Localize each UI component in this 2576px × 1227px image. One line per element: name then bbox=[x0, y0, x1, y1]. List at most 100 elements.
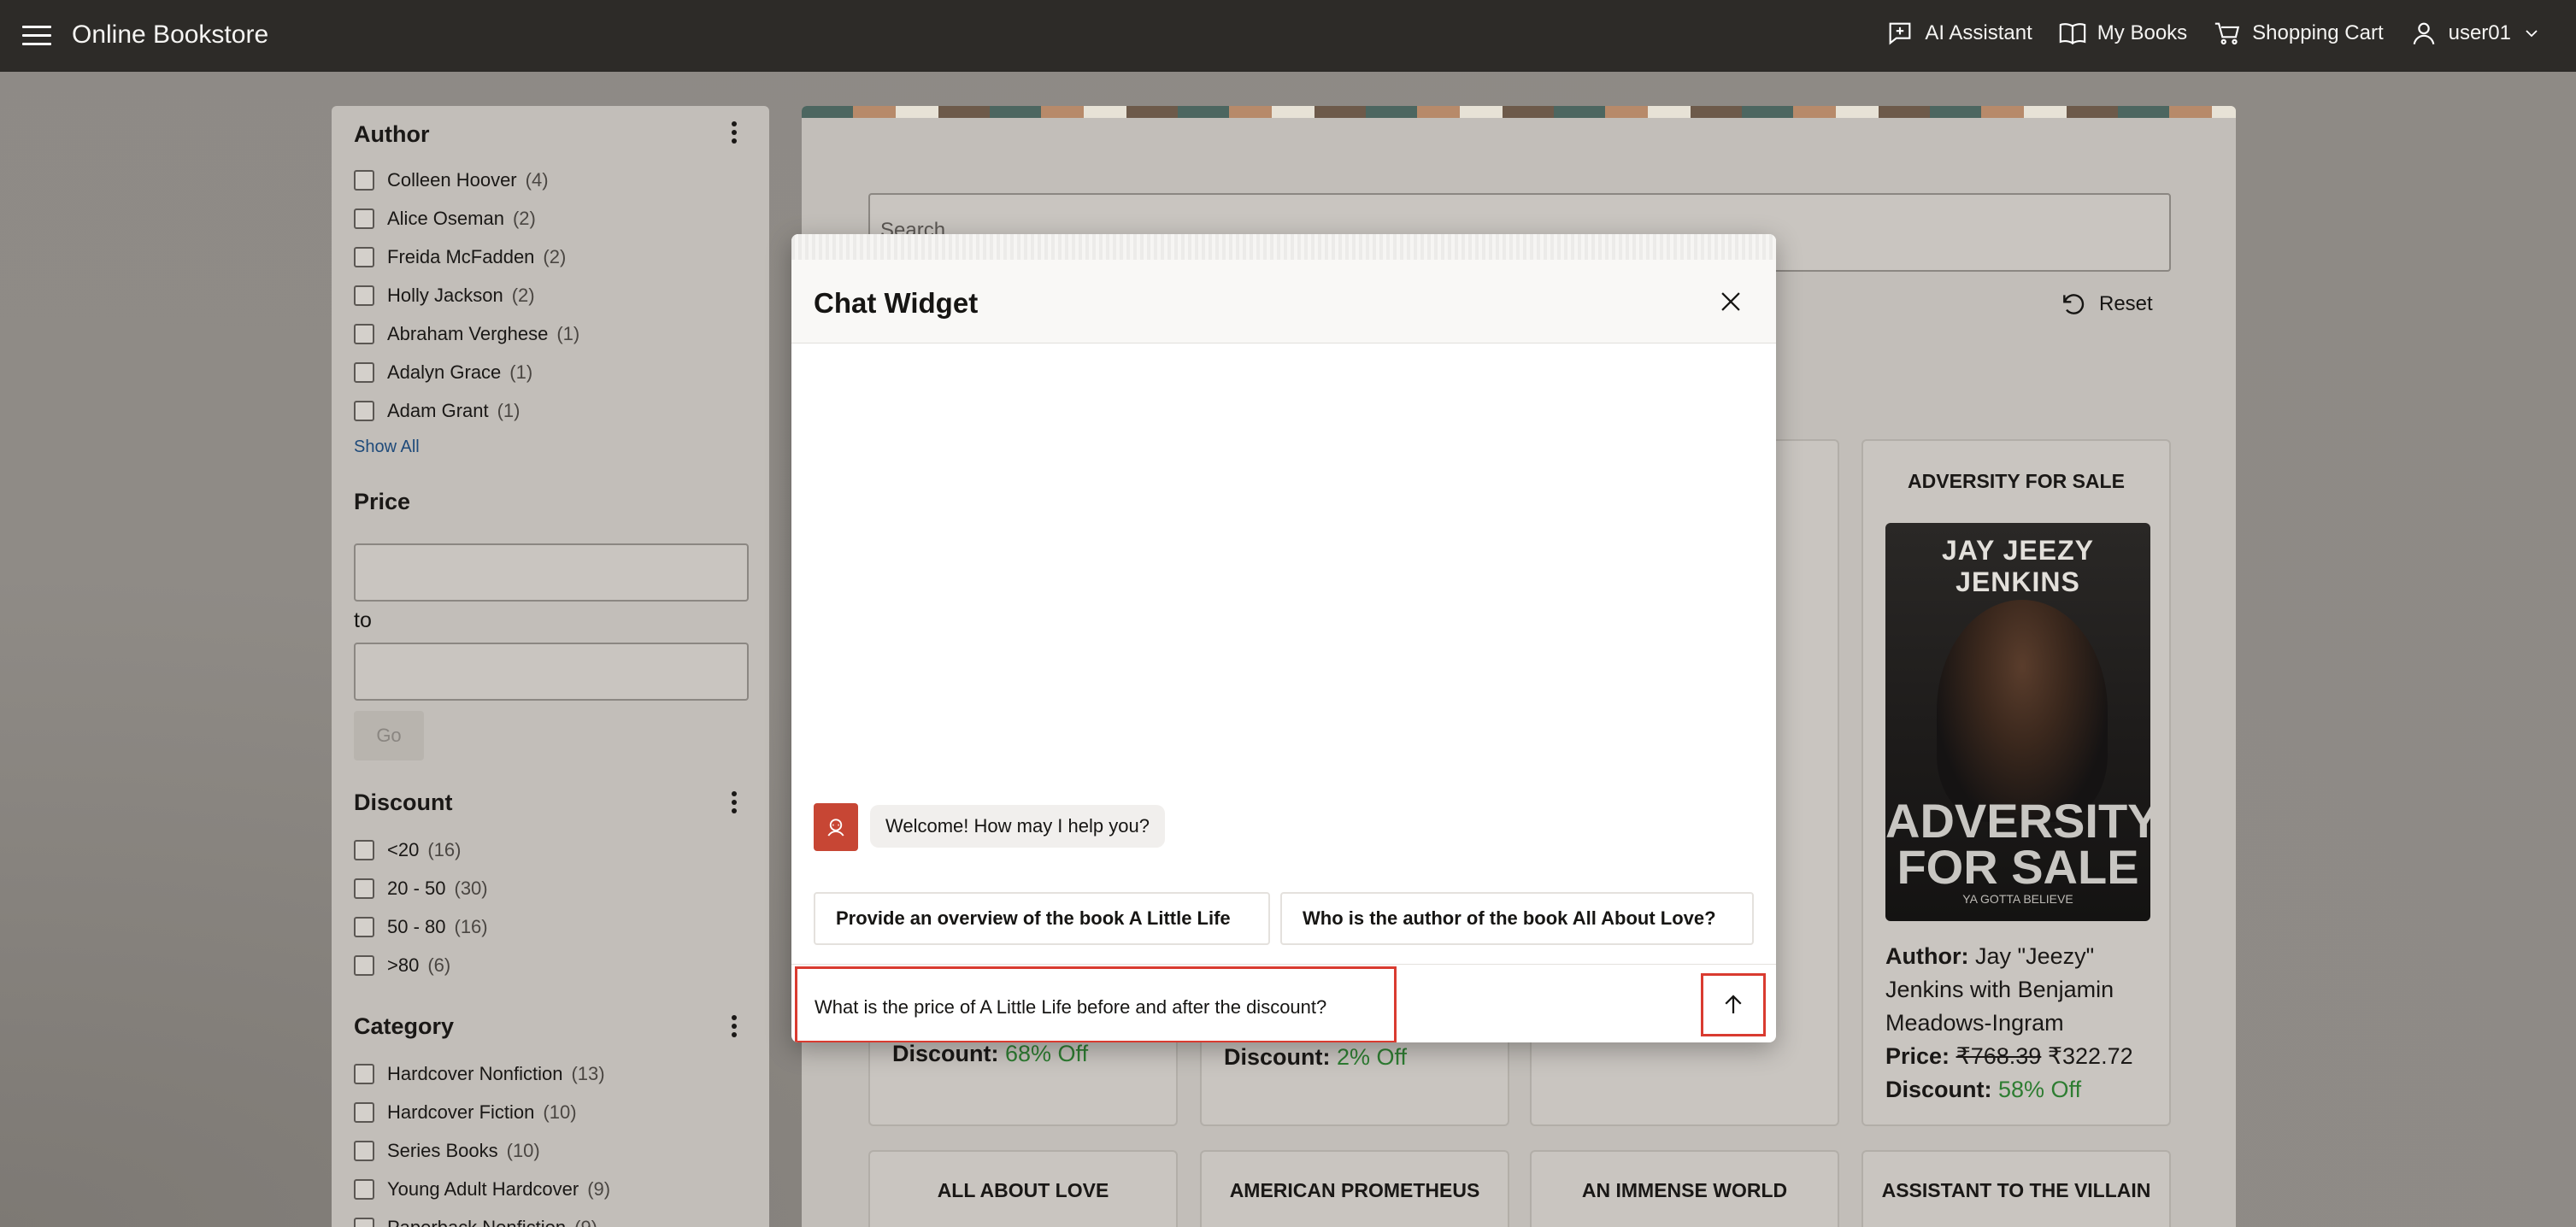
checkbox[interactable] bbox=[354, 169, 374, 191]
discount-value: 2% Off bbox=[1337, 1044, 1408, 1070]
author-option-label: Abraham Verghese bbox=[387, 322, 549, 344]
checkbox[interactable] bbox=[354, 208, 374, 229]
checkbox[interactable] bbox=[354, 1217, 374, 1227]
discount-label: Discount: bbox=[1224, 1044, 1331, 1070]
cover-tagline: YA GOTTA BELIEVE bbox=[1962, 892, 2073, 906]
discount-kebab-icon[interactable] bbox=[732, 791, 738, 817]
price-original: ₹768.39 bbox=[1956, 1043, 2042, 1069]
discount-facet-list: <20 (16) 20 - 50 (30) 50 - 80 (16) >80 (6) bbox=[354, 831, 488, 984]
suggestion-chip[interactable]: Provide an overview of the book A Little… bbox=[814, 892, 1270, 945]
checkbox[interactable] bbox=[354, 1063, 374, 1084]
author-option[interactable]: Holly Jackson (2) bbox=[354, 276, 579, 314]
checkbox[interactable] bbox=[354, 916, 374, 937]
discount-option-count: (30) bbox=[454, 877, 488, 899]
price-min-input[interactable] bbox=[354, 543, 749, 602]
nav-user-menu[interactable]: user01 bbox=[2409, 19, 2542, 48]
book-card-adversity-for-sale[interactable]: ADVERSITY FOR SALE JAY JEEZY JENKINS ADV… bbox=[1861, 439, 2171, 1126]
facet-title-price: Price bbox=[354, 489, 411, 514]
facet-title-discount: Discount bbox=[354, 790, 453, 815]
book-title[interactable]: AMERICAN PROMETHEUS bbox=[1202, 1179, 1508, 1202]
discount-value: 58% Off bbox=[1998, 1077, 2082, 1102]
discount-label: Discount: bbox=[892, 1041, 999, 1066]
author-option[interactable]: Abraham Verghese (1) bbox=[354, 314, 579, 353]
discount-option[interactable]: 20 - 50 (30) bbox=[354, 869, 488, 907]
checkbox[interactable] bbox=[354, 1140, 374, 1161]
discount-option[interactable]: >80 (6) bbox=[354, 946, 488, 984]
author-option[interactable]: Freida McFadden (2) bbox=[354, 238, 579, 276]
category-option[interactable]: Young Adult Hardcover (9) bbox=[354, 1170, 610, 1208]
discount-option[interactable]: 50 - 80 (16) bbox=[354, 907, 488, 946]
checkbox[interactable] bbox=[354, 878, 374, 899]
nav-shopping-cart-label: Shopping Cart bbox=[2252, 21, 2384, 44]
book-price: Price: ₹768.39 ₹322.72 bbox=[1885, 1040, 2150, 1073]
hamburger-menu-icon[interactable] bbox=[22, 26, 51, 46]
discount-option[interactable]: <20 (16) bbox=[354, 831, 488, 869]
discount-option-label: 50 - 80 bbox=[387, 915, 446, 937]
checkbox[interactable] bbox=[354, 285, 374, 306]
checkbox[interactable] bbox=[354, 246, 374, 267]
checkbox[interactable] bbox=[354, 954, 374, 976]
arrow-up-icon bbox=[1725, 995, 1742, 1013]
book-card[interactable]: AMERICAN PROMETHEUS bbox=[1200, 1150, 1509, 1227]
category-option[interactable]: Hardcover Nonfiction (13) bbox=[354, 1054, 610, 1093]
author-label: Author: bbox=[1885, 943, 1969, 969]
reset-button[interactable]: Reset bbox=[2060, 291, 2153, 318]
cover-portrait bbox=[1937, 600, 2108, 822]
category-option[interactable]: Hardcover Fiction (10) bbox=[354, 1093, 610, 1131]
dialog-header: Chat Widget bbox=[791, 234, 1776, 343]
category-kebab-icon[interactable] bbox=[732, 1015, 738, 1041]
book-cover-image[interactable]: JAY JEEZY JENKINS ADVERSITY FOR SALE YA … bbox=[1885, 523, 2150, 921]
send-button[interactable] bbox=[1701, 973, 1766, 1036]
chat-message-input[interactable]: What is the price of A Little Life befor… bbox=[795, 966, 1397, 1042]
book-card[interactable]: ASSISTANT TO THE VILLAIN bbox=[1861, 1150, 2171, 1227]
header-pattern bbox=[791, 234, 1776, 260]
price-label: Price: bbox=[1885, 1043, 1950, 1069]
book-title[interactable]: ASSISTANT TO THE VILLAIN bbox=[1863, 1179, 2169, 1202]
chat-input-row: What is the price of A Little Life befor… bbox=[791, 964, 1776, 1042]
category-option-count: (10) bbox=[543, 1101, 577, 1123]
show-all-link[interactable]: Show All bbox=[354, 437, 420, 457]
book-card[interactable]: ALL ABOUT LOVE bbox=[868, 1150, 1178, 1227]
close-icon[interactable] bbox=[1716, 287, 1745, 316]
cart-icon bbox=[2215, 22, 2240, 45]
checkbox[interactable] bbox=[354, 400, 374, 421]
author-option[interactable]: Alice Oseman (2) bbox=[354, 199, 579, 238]
author-facet-list: Colleen Hoover (4) Alice Oseman (2) Freida… bbox=[354, 161, 579, 430]
app-title[interactable]: Online Bookstore bbox=[72, 21, 268, 50]
price-max-input[interactable] bbox=[354, 643, 749, 701]
author-kebab-icon[interactable] bbox=[732, 121, 738, 147]
bot-icon bbox=[827, 819, 844, 837]
suggestion-chip[interactable]: Who is the author of the book All About … bbox=[1280, 892, 1754, 945]
category-option-label: Series Books bbox=[387, 1139, 498, 1161]
dialog-title: Chat Widget bbox=[814, 287, 979, 319]
checkbox[interactable] bbox=[354, 361, 374, 383]
author-option-count: (2) bbox=[543, 245, 567, 267]
nav-my-books[interactable]: My Books bbox=[2058, 19, 2187, 48]
author-option-label: Adam Grant bbox=[387, 399, 489, 421]
checkbox[interactable] bbox=[354, 1178, 374, 1200]
category-option[interactable]: Series Books (10) bbox=[354, 1131, 610, 1170]
book-card[interactable]: AN IMMENSE WORLD bbox=[1530, 1150, 1839, 1227]
author-option-count: (1) bbox=[509, 361, 533, 383]
author-option-label: Colleen Hoover bbox=[387, 168, 517, 191]
book-title[interactable]: AN IMMENSE WORLD bbox=[1532, 1179, 1838, 1202]
author-option[interactable]: Colleen Hoover (4) bbox=[354, 161, 579, 199]
chevron-down-icon bbox=[2526, 30, 2538, 38]
category-option[interactable]: Paperback Nonfiction (9) bbox=[354, 1208, 610, 1227]
checkbox[interactable] bbox=[354, 1101, 374, 1123]
nav-shopping-cart[interactable]: Shopping Cart bbox=[2213, 19, 2384, 48]
author-option-count: (1) bbox=[556, 322, 580, 344]
checkbox[interactable] bbox=[354, 839, 374, 860]
book-title[interactable]: ADVERSITY FOR SALE bbox=[1863, 470, 2169, 493]
author-option[interactable]: Adalyn Grace (1) bbox=[354, 353, 579, 391]
price-go-button[interactable]: Go bbox=[354, 711, 424, 760]
discount-option-count: (16) bbox=[427, 838, 462, 860]
header-nav: AI Assistant My Books Shopping Cart user… bbox=[1885, 19, 2542, 48]
checkbox[interactable] bbox=[354, 323, 374, 344]
book-title[interactable]: ALL ABOUT LOVE bbox=[870, 1179, 1176, 1202]
category-option-label: Paperback Nonfiction bbox=[387, 1216, 567, 1227]
book-details: Author: Jay "Jeezy" Jenkins with Benjami… bbox=[1885, 940, 2150, 1107]
book-discount: Discount: 2% Off bbox=[1224, 1041, 1407, 1074]
nav-ai-assistant[interactable]: AI Assistant bbox=[1885, 19, 2032, 48]
author-option[interactable]: Adam Grant (1) bbox=[354, 391, 579, 430]
